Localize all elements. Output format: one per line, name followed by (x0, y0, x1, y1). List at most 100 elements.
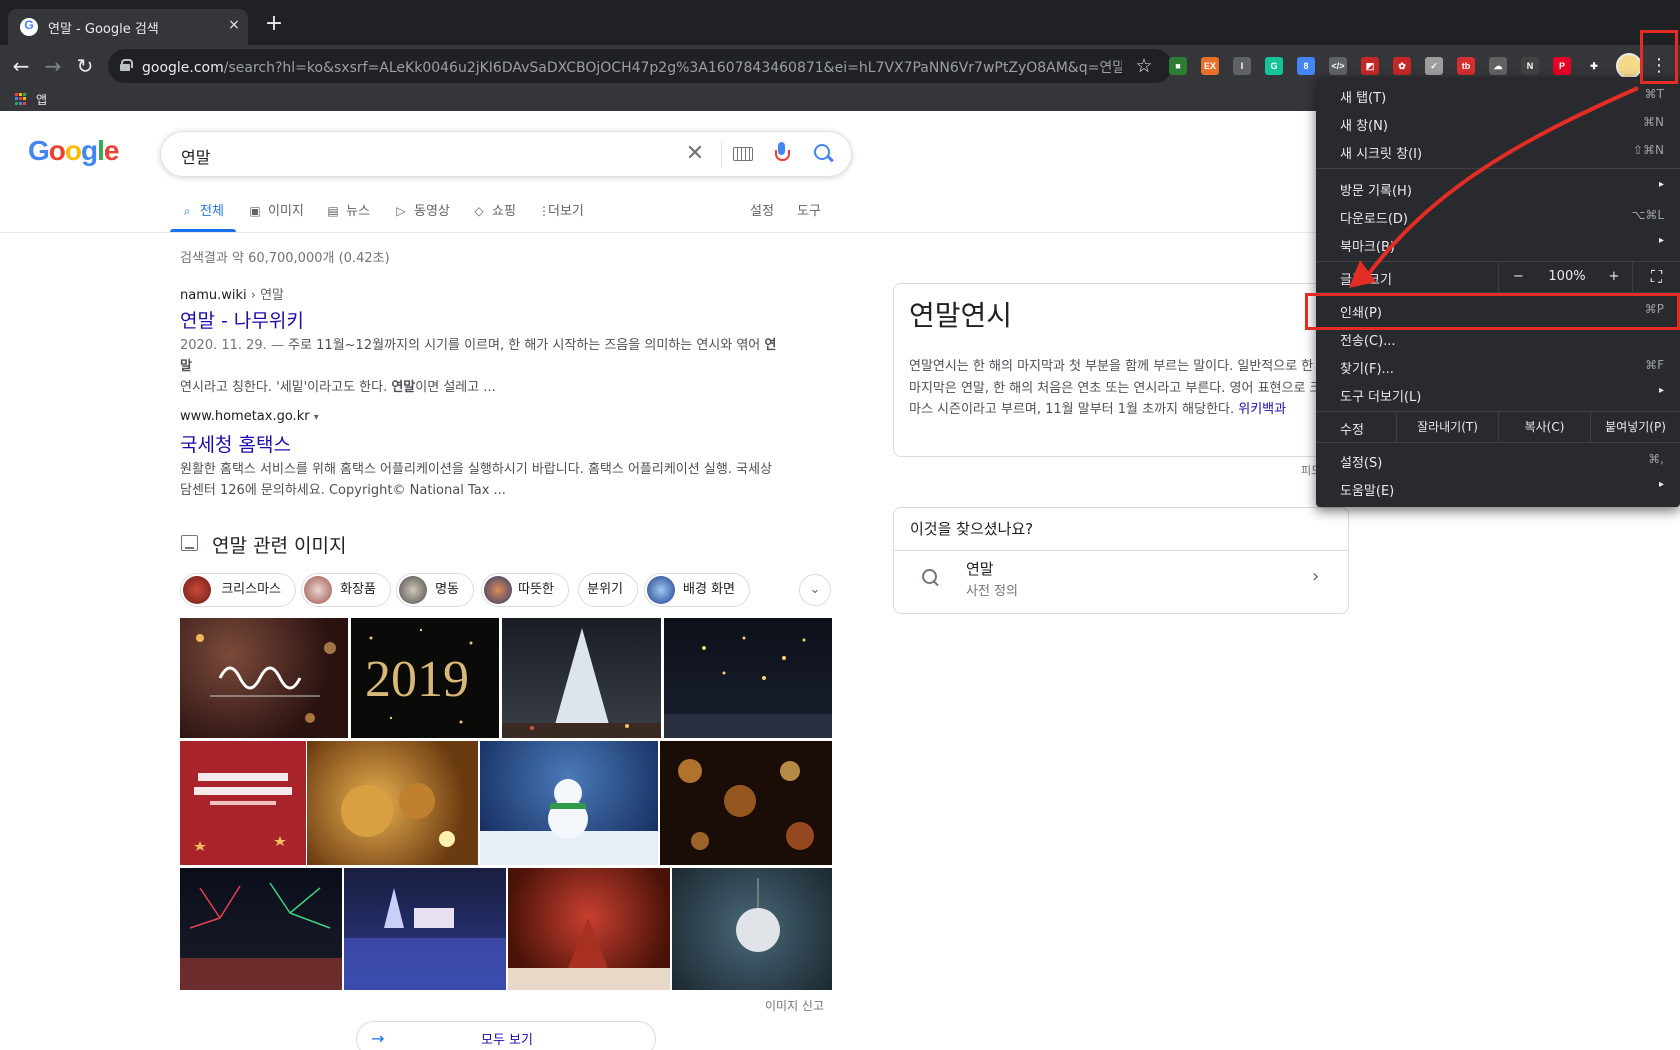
extension-flag-icon[interactable]: ◩ (1361, 57, 1379, 75)
paste-button[interactable]: 붙여넣기(P) (1590, 412, 1680, 442)
menu-item-more-tools[interactable]: 도구 더보기(L) ▸ (1316, 381, 1680, 408)
image-thumbnail-2019[interactable]: 2019 (351, 618, 499, 738)
fullscreen-icon[interactable]: ⛶ (1632, 262, 1680, 292)
image-thumbnail-bokeh[interactable] (660, 741, 832, 865)
profile-avatar[interactable] (1616, 53, 1642, 79)
tab-news[interactable]: ▤ 뉴스 (326, 200, 370, 219)
cut-button[interactable]: 잘라내기(T) (1396, 412, 1498, 442)
chips-expand-button[interactable]: ⌄ (799, 574, 831, 606)
image-chip[interactable]: 명동 (396, 573, 474, 607)
chip-label: 배경 화면 (683, 582, 735, 597)
image-thumbnail-ornaments[interactable] (307, 741, 478, 865)
extension-green-icon[interactable]: ■ (1169, 57, 1187, 75)
search-box[interactable]: 연말 ✕ (160, 131, 852, 177)
cite-dropdown-icon[interactable]: ▾ (314, 412, 319, 423)
menu-item-bookmarks[interactable]: 북마크(B) ▸ (1316, 231, 1680, 258)
grammarly-icon[interactable]: G (1265, 57, 1283, 75)
extension-check-icon[interactable]: ✓ (1425, 57, 1443, 75)
menu-item-downloads[interactable]: 다운로드(D) ⌥⌘L (1316, 203, 1680, 230)
menu-label: 새 시크릿 창(I) (1340, 147, 1423, 162)
code-icon[interactable]: </> (1329, 57, 1347, 75)
extension-red-icon[interactable]: ✿ (1393, 57, 1411, 75)
image-chip[interactable]: 분위기 (578, 573, 638, 607)
apps-label[interactable]: 앱 (36, 91, 47, 108)
tab-active[interactable]: 연말 - Google 검색 × (8, 9, 248, 45)
new-tab-button[interactable]: + (262, 12, 286, 36)
extension-tb-icon[interactable]: tb (1457, 57, 1475, 75)
cite-host: www.hometax.go.kr (180, 409, 310, 424)
copy-button[interactable]: 복사(C) (1498, 412, 1590, 442)
more-icon: ⋮ (538, 204, 550, 218)
microphone-icon[interactable] (775, 142, 790, 168)
image-thumbnail-snowman[interactable] (480, 741, 658, 865)
tab-images[interactable]: ▣ 이미지 (248, 200, 304, 219)
search-settings-link[interactable]: 설정 (750, 200, 774, 219)
image-thumbnail-bauble[interactable] (672, 868, 832, 990)
apps-grid-icon[interactable] (15, 93, 27, 105)
image-chip[interactable]: 따뜻한 (481, 573, 569, 607)
forward-button[interactable]: → (40, 53, 66, 79)
extension-cloud-icon[interactable]: ☁ (1489, 57, 1507, 75)
reload-button[interactable]: ↻ (72, 53, 98, 79)
image-thumbnail-lights[interactable] (344, 868, 506, 990)
menu-item-new-tab[interactable]: 새 탭(T) ⌘T (1316, 82, 1680, 109)
tab-videos[interactable]: ▷ 동영상 (394, 200, 450, 219)
result-cite[interactable]: www.hometax.go.kr ▾ (180, 409, 319, 424)
chip-label: 명동 (435, 582, 459, 597)
extension-ex-icon[interactable]: EX (1201, 57, 1219, 75)
search-input[interactable]: 연말 (181, 144, 210, 168)
menu-label: 도구 더보기(L) (1340, 390, 1422, 405)
menu-label: 설정(S) (1340, 456, 1383, 471)
zoom-level: 100% (1548, 269, 1586, 284)
tab-all[interactable]: ⌕ 전체 (180, 200, 224, 219)
menu-item-help[interactable]: 도움말(E) ▸ (1316, 475, 1680, 502)
extension-i-icon[interactable]: I (1233, 57, 1251, 75)
extension-n-icon[interactable]: N (1521, 57, 1539, 75)
did-you-mean-term[interactable]: 연말 (966, 558, 994, 579)
result-cite[interactable]: namu.wiki › 연말 (180, 284, 284, 303)
menu-item-settings[interactable]: 설정(S) ⌘, (1316, 447, 1680, 474)
menu-item-history[interactable]: 방문 기록(H) ▸ (1316, 175, 1680, 202)
google-logo[interactable]: Google (28, 135, 119, 167)
pinterest-icon[interactable]: P (1553, 57, 1571, 75)
url-text[interactable]: google.com/search?hl=ko&sxsrf=ALeKk0046u… (142, 57, 1122, 77)
image-report-link[interactable]: 이미지 신고 (765, 997, 824, 1014)
wikipedia-link[interactable]: 위키백과 (1238, 402, 1286, 417)
puzzle-icon[interactable]: ✚ (1585, 57, 1603, 75)
news-icon: ▤ (327, 204, 339, 218)
image-thumbnail-tree[interactable] (502, 618, 661, 738)
menu-item-new-window[interactable]: 새 창(N) ⌘N (1316, 110, 1680, 137)
image-chip[interactable]: 크리스마스 (180, 573, 296, 607)
result-title[interactable]: 연말 - 나무위키 (180, 306, 304, 333)
image-thumbnail-thanks[interactable] (180, 618, 348, 738)
image-thumbnail-event[interactable] (180, 741, 306, 865)
tab-close-button[interactable]: × (224, 15, 244, 35)
menu-item-find[interactable]: 찾기(F)... ⌘F (1316, 353, 1680, 380)
see-all-images-button[interactable]: → 모두 보기 (356, 1021, 656, 1050)
snippet-text: 연시라고 칭한다. '세밑'이라고도 한다. (180, 380, 392, 395)
clear-search-icon[interactable]: ✕ (681, 140, 709, 168)
result-title[interactable]: 국세청 홈택스 (180, 430, 291, 457)
search-tools-link[interactable]: 도구 (797, 200, 821, 219)
zoom-out-button[interactable]: − (1498, 262, 1538, 292)
image-thumbnail-fireworks[interactable] (180, 868, 342, 990)
image-thumbnail-lanterns[interactable] (664, 618, 832, 738)
keyboard-icon[interactable] (733, 147, 753, 161)
tab-more[interactable]: ⋮더보기 (538, 200, 584, 219)
zoom-in-button[interactable]: + (1596, 262, 1632, 292)
image-chip[interactable]: 화장품 (301, 573, 391, 607)
image-chip[interactable]: 배경 화면 (644, 573, 750, 607)
chevron-right-icon[interactable]: › (1312, 566, 1319, 587)
image-thumbnail-mini-tree[interactable] (508, 868, 670, 990)
extension-blue-icon[interactable]: 8 (1297, 57, 1315, 75)
menu-item-incognito[interactable]: 새 시크릿 창(I) ⇧⌘N (1316, 138, 1680, 165)
menu-shortcut: ⌘N (1643, 115, 1664, 129)
images-section-title[interactable]: 연말 관련 이미지 (212, 531, 346, 558)
search-icon[interactable] (811, 141, 837, 167)
back-button[interactable]: ← (8, 53, 34, 79)
highlight-print-item (1305, 293, 1680, 330)
tab-shopping[interactable]: ◇ 쇼핑 (472, 200, 516, 219)
bookmark-star-icon[interactable]: ☆ (1132, 54, 1156, 78)
address-bar[interactable]: google.com/search?hl=ko&sxsrf=ALeKk0046u… (108, 49, 1172, 83)
lock-icon[interactable] (120, 59, 133, 71)
